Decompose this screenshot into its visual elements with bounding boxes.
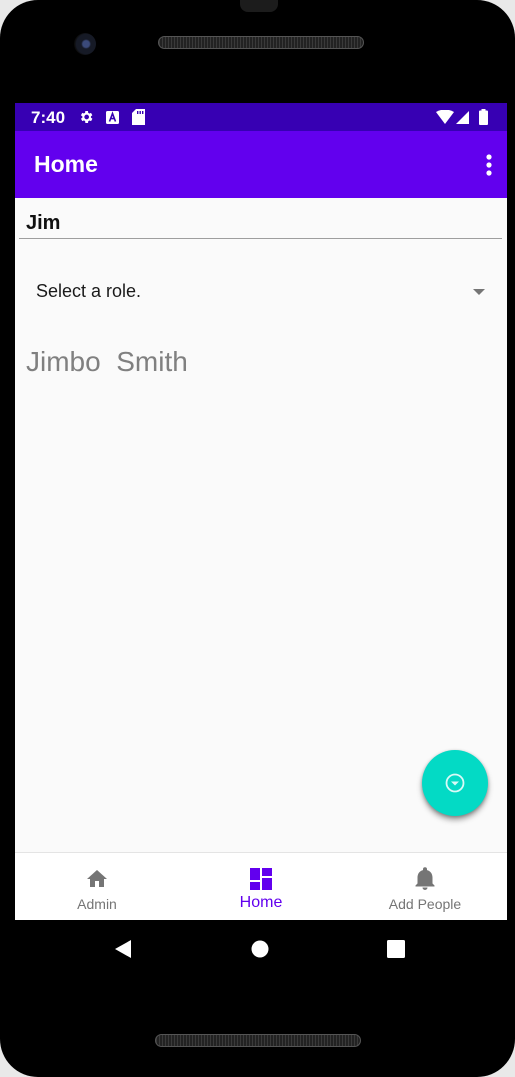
status-time: 7:40 bbox=[31, 108, 66, 127]
bottom-speaker bbox=[155, 1034, 361, 1047]
top-notch bbox=[240, 0, 278, 12]
home-circle-icon[interactable] bbox=[251, 940, 269, 958]
dashboard-icon bbox=[250, 868, 272, 890]
nav-item-add-people[interactable]: Add People bbox=[343, 853, 507, 920]
nav-label-home: Home bbox=[239, 894, 283, 911]
role-spinner-label: Select a role. bbox=[36, 281, 142, 301]
arrow-circle-down-icon bbox=[445, 773, 465, 793]
screen: 7:40 Home Jim Select a role. Jimbo Smith… bbox=[15, 103, 507, 977]
overflow-menu-button[interactable] bbox=[477, 150, 501, 180]
earpiece-speaker bbox=[158, 36, 364, 49]
nav-item-home[interactable]: Home bbox=[179, 853, 343, 920]
dropdown-arrow-icon bbox=[473, 289, 485, 295]
bottom-navigation: Admin Home Add People bbox=[15, 852, 507, 920]
battery-icon bbox=[479, 109, 488, 125]
role-spinner[interactable]: Select a role. bbox=[15, 273, 507, 313]
more-vert-icon bbox=[486, 154, 492, 176]
recents-icon[interactable] bbox=[387, 940, 405, 958]
nav-label-add-people: Add People bbox=[388, 896, 462, 912]
person-name-text: Jimbo Smith bbox=[26, 346, 188, 377]
gear-icon bbox=[80, 111, 93, 123]
fab-button[interactable] bbox=[422, 750, 488, 816]
sd-card-icon bbox=[132, 109, 145, 125]
bell-icon bbox=[415, 867, 435, 890]
front-camera bbox=[74, 33, 96, 55]
signal-icon bbox=[456, 111, 469, 124]
home-icon bbox=[87, 870, 107, 887]
back-icon[interactable] bbox=[113, 939, 133, 959]
page-title: Home bbox=[34, 151, 98, 177]
device-frame: 7:40 Home Jim Select a role. Jimbo Smith… bbox=[0, 0, 515, 1077]
app-bar: Home bbox=[15, 131, 507, 198]
status-bar: 7:40 bbox=[15, 103, 507, 131]
system-navigation-bar bbox=[15, 920, 507, 977]
name-input[interactable] bbox=[19, 209, 502, 239]
a-badge-icon bbox=[106, 111, 119, 124]
nav-item-admin[interactable]: Admin bbox=[15, 853, 179, 920]
wifi-icon bbox=[436, 110, 454, 124]
nav-label-admin: Admin bbox=[77, 896, 117, 912]
